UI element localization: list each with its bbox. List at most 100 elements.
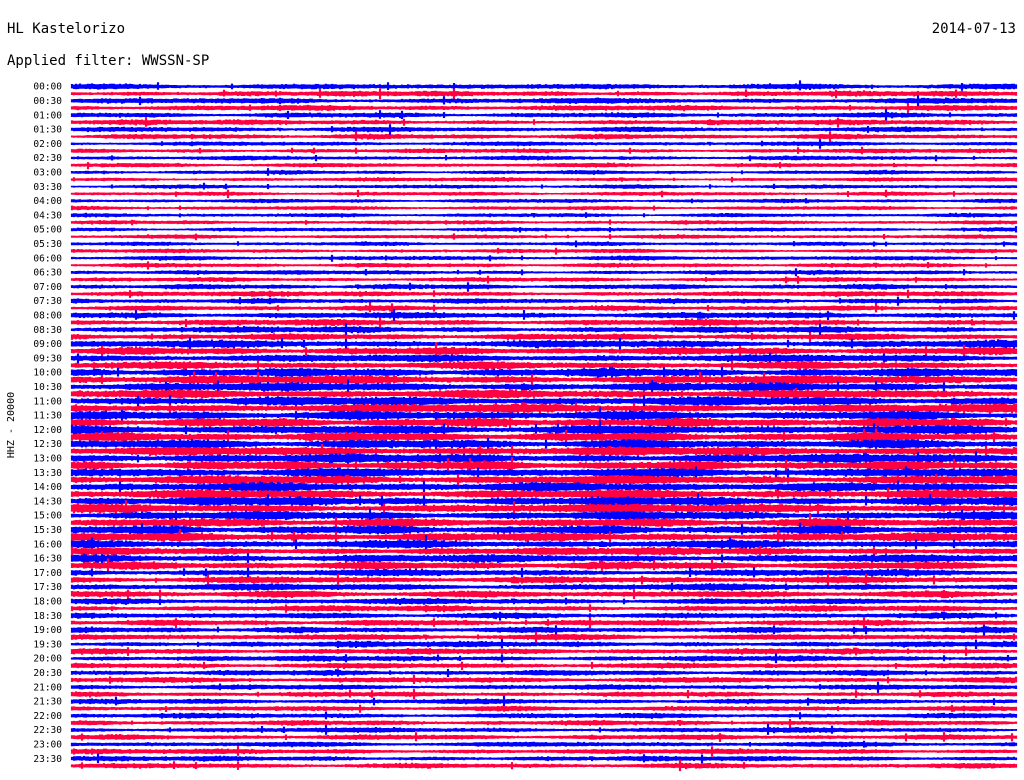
time-tick-label: 04:00	[33, 196, 62, 207]
trace-row-68	[70, 567, 1018, 578]
time-tick-label: 16:30	[33, 554, 62, 565]
trace-row-24	[70, 254, 1018, 262]
trace-row-33	[70, 317, 1018, 328]
trace-row-3	[70, 103, 1018, 113]
trace-row-88	[70, 711, 1018, 720]
time-tick-label: 02:00	[33, 139, 62, 150]
traces-group	[70, 80, 1018, 772]
trace-row-85	[70, 689, 1018, 700]
trace-row-89	[70, 719, 1018, 728]
time-tick-label: 01:00	[33, 110, 62, 121]
time-tick-label: 05:00	[33, 225, 62, 236]
trace-row-9	[70, 146, 1018, 155]
trace-row-2	[70, 95, 1018, 107]
trace-row-94	[70, 753, 1018, 764]
time-tick-label: 11:00	[33, 396, 62, 407]
trace-row-82	[70, 669, 1018, 678]
trace-row-91	[70, 732, 1018, 742]
time-tick-label: 00:30	[33, 96, 62, 107]
time-tick-label: 14:00	[33, 482, 62, 493]
trace-row-87	[70, 704, 1018, 713]
trace-row-86	[70, 695, 1018, 707]
trace-row-28	[70, 282, 1018, 292]
trace-row-17	[70, 205, 1018, 211]
trace-row-20	[70, 226, 1018, 233]
trace-row-75	[70, 617, 1018, 629]
trace-row-80	[70, 653, 1018, 664]
time-tick-label: 20:30	[33, 668, 62, 679]
trace-row-7	[70, 131, 1018, 142]
time-tick-label: 22:30	[33, 725, 62, 736]
trace-row-84	[70, 682, 1018, 693]
trace-row-27	[70, 275, 1018, 284]
time-tick-label: 12:30	[33, 439, 62, 450]
time-tick-label: 10:30	[33, 382, 62, 393]
trace-row-79	[70, 647, 1018, 656]
trace-row-30	[70, 296, 1018, 306]
trace-row-72	[70, 597, 1018, 605]
trace-row-39	[70, 360, 1018, 371]
trace-row-35	[70, 332, 1018, 342]
trace-row-11	[70, 162, 1018, 170]
time-ticks-group: 00:00 00:30 01:00 01:30 02:00 02:30 03:00 03:30…	[33, 82, 62, 765]
trace-row-74	[70, 611, 1018, 621]
time-tick-label: 07:00	[33, 282, 62, 293]
time-tick-label: 11:30	[33, 411, 62, 422]
time-tick-label: 07:30	[33, 296, 62, 307]
trace-row-0	[70, 80, 1018, 91]
time-tick-label: 12:00	[33, 425, 62, 436]
trace-row-26	[70, 268, 1018, 277]
time-tick-label: 21:30	[33, 697, 62, 708]
time-tick-label: 16:00	[33, 539, 62, 550]
time-tick-label: 08:00	[33, 311, 62, 322]
trace-row-78	[70, 639, 1018, 650]
trace-row-70	[70, 582, 1018, 592]
trace-row-77	[70, 631, 1018, 644]
trace-row-1	[70, 88, 1018, 100]
time-tick-label: 17:00	[33, 568, 62, 579]
trace-row-73	[70, 604, 1018, 613]
trace-row-12	[70, 168, 1018, 176]
time-tick-label: 06:30	[33, 268, 62, 279]
time-tick-label: 10:00	[33, 368, 62, 379]
trace-row-10	[70, 155, 1018, 162]
trace-row-81	[70, 661, 1018, 671]
trace-row-8	[70, 139, 1018, 149]
time-tick-label: 15:00	[33, 511, 62, 522]
trace-row-14	[70, 182, 1018, 190]
trace-row-83	[70, 675, 1018, 684]
trace-row-93	[70, 746, 1018, 757]
trace-row-19	[70, 219, 1018, 226]
trace-row-76	[70, 624, 1018, 636]
time-tick-label: 19:00	[33, 625, 62, 636]
time-tick-label: 23:30	[33, 754, 62, 765]
trace-row-4	[70, 108, 1018, 121]
time-tick-label: 08:30	[33, 325, 62, 336]
time-tick-label: 00:00	[33, 82, 62, 93]
time-tick-label: 20:00	[33, 654, 62, 665]
time-tick-label: 03:30	[33, 182, 62, 193]
time-tick-label: 18:00	[33, 597, 62, 608]
time-tick-label: 02:30	[33, 153, 62, 164]
trace-row-90	[70, 724, 1018, 735]
time-tick-label: 13:30	[33, 468, 62, 479]
time-tick-label: 22:00	[33, 711, 62, 722]
time-tick-label: 05:30	[33, 239, 62, 250]
time-tick-label: 04:30	[33, 210, 62, 221]
time-tick-label: 15:30	[33, 525, 62, 536]
time-tick-label: 21:00	[33, 682, 62, 693]
trace-row-23	[70, 247, 1018, 255]
time-tick-label: 23:00	[33, 740, 62, 751]
time-tick-label: 09:30	[33, 353, 62, 364]
trace-row-71	[70, 589, 1018, 600]
seismogram-plot: 00:00 00:30 01:00 01:30 02:00 02:30 03:00 03:30…	[33, 80, 1018, 772]
trace-row-92	[70, 740, 1018, 748]
time-tick-label: 01:30	[33, 125, 62, 136]
trace-row-18	[70, 212, 1018, 218]
trace-row-13	[70, 176, 1018, 183]
time-tick-label: 06:00	[33, 253, 62, 264]
trace-row-15	[70, 189, 1018, 199]
time-tick-label: 17:30	[33, 582, 62, 593]
time-tick-label: 19:30	[33, 639, 62, 650]
trace-row-29	[70, 289, 1018, 299]
